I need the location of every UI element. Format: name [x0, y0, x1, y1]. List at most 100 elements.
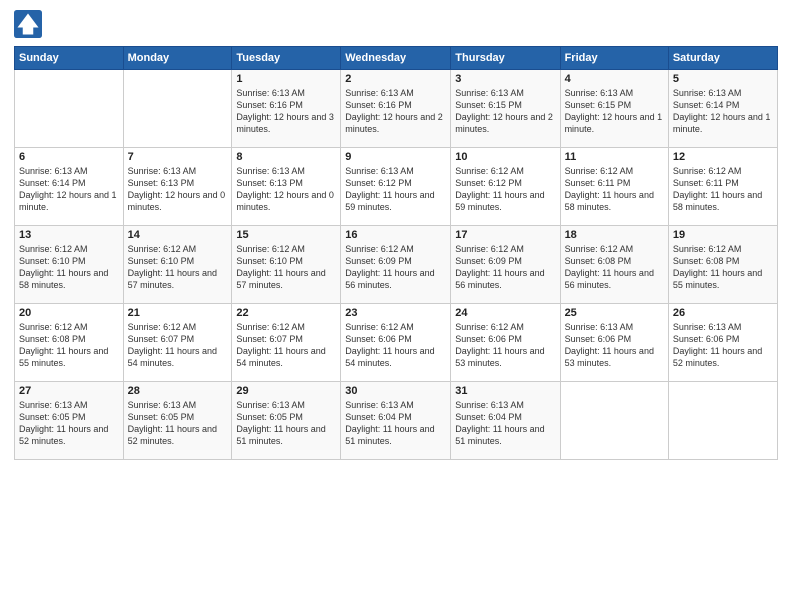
calendar-week-2: 6 Sunrise: 6:13 AM Sunset: 6:14 PM Daylig…	[15, 148, 778, 226]
day-number: 14	[128, 229, 228, 241]
calendar-cell	[15, 70, 124, 148]
day-number: 20	[19, 307, 119, 319]
day-number: 23	[345, 307, 446, 319]
calendar-cell: 26Sunrise: 6:13 AM Sunset: 6:06 PM Dayli…	[668, 304, 777, 382]
calendar-cell: 14 Sunrise: 6:12 AM Sunset: 6:10 PM Dayli…	[123, 226, 232, 304]
day-number: 13	[19, 229, 119, 241]
day-number: 7	[128, 151, 228, 163]
day-header-saturday: Saturday	[668, 47, 777, 70]
calendar-cell: 23 Sunrise: 6:12 AM Sunset: 6:06 PM Dayli…	[341, 304, 451, 382]
logo-icon	[14, 10, 42, 38]
calendar-cell: 12 Sunrise: 6:12 AM Sunset: 6:11 PM Dayli…	[668, 148, 777, 226]
day-info: Sunrise: 6:12 AM Sunset: 6:07 PM Dayligh…	[128, 321, 228, 370]
day-info: Sunrise: 6:12 AM Sunset: 6:08 PM Dayligh…	[673, 243, 773, 292]
calendar-week-4: 20 Sunrise: 6:12 AM Sunset: 6:08 PM Dayli…	[15, 304, 778, 382]
day-number: 24	[455, 307, 555, 319]
day-header-sunday: Sunday	[15, 47, 124, 70]
calendar-table: SundayMondayTuesdayWednesdayThursdayFrid…	[14, 46, 778, 460]
calendar-cell: 16Sunrise: 6:12 AM Sunset: 6:09 PM Dayli…	[341, 226, 451, 304]
day-number: 17	[455, 229, 555, 241]
day-info: Sunrise: 6:12 AM Sunset: 6:08 PM Dayligh…	[19, 321, 119, 370]
day-info: Sunrise: 6:13 AM Sunset: 6:14 PM Dayligh…	[19, 165, 119, 214]
day-info: Sunrise: 6:12 AM Sunset: 6:09 PM Dayligh…	[345, 243, 446, 292]
day-number: 30	[345, 385, 446, 397]
day-number: 9	[345, 151, 446, 163]
calendar-cell	[560, 382, 668, 460]
day-header-tuesday: Tuesday	[232, 47, 341, 70]
day-info: Sunrise: 6:13 AM Sunset: 6:12 PM Dayligh…	[345, 165, 446, 214]
day-info: Sunrise: 6:12 AM Sunset: 6:06 PM Dayligh…	[345, 321, 446, 370]
day-info: Sunrise: 6:12 AM Sunset: 6:10 PM Dayligh…	[19, 243, 119, 292]
day-info: Sunrise: 6:13 AM Sunset: 6:13 PM Dayligh…	[236, 165, 336, 214]
calendar-cell: 5Sunrise: 6:13 AM Sunset: 6:14 PM Daylig…	[668, 70, 777, 148]
day-info: Sunrise: 6:12 AM Sunset: 6:06 PM Dayligh…	[455, 321, 555, 370]
calendar-cell: 13 Sunrise: 6:12 AM Sunset: 6:10 PM Dayli…	[15, 226, 124, 304]
day-info: Sunrise: 6:12 AM Sunset: 6:09 PM Dayligh…	[455, 243, 555, 292]
day-info: Sunrise: 6:13 AM Sunset: 6:15 PM Dayligh…	[565, 87, 664, 136]
day-number: 2	[345, 73, 446, 85]
calendar-cell	[668, 382, 777, 460]
calendar-cell: 19 Sunrise: 6:12 AM Sunset: 6:08 PM Dayli…	[668, 226, 777, 304]
day-header-thursday: Thursday	[451, 47, 560, 70]
day-number: 22	[236, 307, 336, 319]
day-info: Sunrise: 6:13 AM Sunset: 6:16 PM Dayligh…	[236, 87, 336, 136]
calendar-cell: 18 Sunrise: 6:12 AM Sunset: 6:08 PM Dayli…	[560, 226, 668, 304]
day-info: Sunrise: 6:12 AM Sunset: 6:07 PM Dayligh…	[236, 321, 336, 370]
calendar-header-row: SundayMondayTuesdayWednesdayThursdayFrid…	[15, 47, 778, 70]
day-number: 19	[673, 229, 773, 241]
calendar-cell: 7 Sunrise: 6:13 AM Sunset: 6:13 PM Daylig…	[123, 148, 232, 226]
day-number: 18	[565, 229, 664, 241]
calendar-cell: 8 Sunrise: 6:13 AM Sunset: 6:13 PM Daylig…	[232, 148, 341, 226]
day-info: Sunrise: 6:13 AM Sunset: 6:14 PM Dayligh…	[673, 87, 773, 136]
calendar-cell: 1 Sunrise: 6:13 AM Sunset: 6:16 PM Daylig…	[232, 70, 341, 148]
day-info: Sunrise: 6:13 AM Sunset: 6:04 PM Dayligh…	[345, 399, 446, 448]
day-number: 27	[19, 385, 119, 397]
day-info: Sunrise: 6:12 AM Sunset: 6:10 PM Dayligh…	[128, 243, 228, 292]
calendar-cell: 11 Sunrise: 6:12 AM Sunset: 6:11 PM Dayli…	[560, 148, 668, 226]
calendar-cell	[123, 70, 232, 148]
calendar-cell: 15Sunrise: 6:12 AM Sunset: 6:10 PM Dayli…	[232, 226, 341, 304]
calendar-week-5: 27 Sunrise: 6:13 AM Sunset: 6:05 PM Dayli…	[15, 382, 778, 460]
day-number: 25	[565, 307, 664, 319]
day-header-wednesday: Wednesday	[341, 47, 451, 70]
calendar-cell: 28 Sunrise: 6:13 AM Sunset: 6:05 PM Dayli…	[123, 382, 232, 460]
day-number: 21	[128, 307, 228, 319]
calendar-week-1: 1 Sunrise: 6:13 AM Sunset: 6:16 PM Daylig…	[15, 70, 778, 148]
calendar-cell: 9 Sunrise: 6:13 AM Sunset: 6:12 PM Daylig…	[341, 148, 451, 226]
day-info: Sunrise: 6:13 AM Sunset: 6:05 PM Dayligh…	[19, 399, 119, 448]
day-header-monday: Monday	[123, 47, 232, 70]
day-number: 6	[19, 151, 119, 163]
calendar-cell: 6 Sunrise: 6:13 AM Sunset: 6:14 PM Daylig…	[15, 148, 124, 226]
calendar-cell: 24 Sunrise: 6:12 AM Sunset: 6:06 PM Dayli…	[451, 304, 560, 382]
day-header-friday: Friday	[560, 47, 668, 70]
day-number: 1	[236, 73, 336, 85]
calendar-cell: 25Sunrise: 6:13 AM Sunset: 6:06 PM Dayli…	[560, 304, 668, 382]
day-info: Sunrise: 6:12 AM Sunset: 6:08 PM Dayligh…	[565, 243, 664, 292]
calendar-cell: 20 Sunrise: 6:12 AM Sunset: 6:08 PM Dayli…	[15, 304, 124, 382]
calendar-cell: 4 Sunrise: 6:13 AM Sunset: 6:15 PM Daylig…	[560, 70, 668, 148]
day-number: 4	[565, 73, 664, 85]
day-info: Sunrise: 6:12 AM Sunset: 6:11 PM Dayligh…	[673, 165, 773, 214]
calendar-cell: 27 Sunrise: 6:13 AM Sunset: 6:05 PM Dayli…	[15, 382, 124, 460]
day-number: 11	[565, 151, 664, 163]
day-info: Sunrise: 6:12 AM Sunset: 6:11 PM Dayligh…	[565, 165, 664, 214]
day-info: Sunrise: 6:13 AM Sunset: 6:13 PM Dayligh…	[128, 165, 228, 214]
calendar-cell: 22 Sunrise: 6:12 AM Sunset: 6:07 PM Dayli…	[232, 304, 341, 382]
calendar-cell: 3Sunrise: 6:13 AM Sunset: 6:15 PM Daylig…	[451, 70, 560, 148]
day-number: 26	[673, 307, 773, 319]
day-number: 8	[236, 151, 336, 163]
day-number: 28	[128, 385, 228, 397]
day-info: Sunrise: 6:13 AM Sunset: 6:04 PM Dayligh…	[455, 399, 555, 448]
calendar-cell: 21 Sunrise: 6:12 AM Sunset: 6:07 PM Dayli…	[123, 304, 232, 382]
day-number: 15	[236, 229, 336, 241]
calendar-cell: 2 Sunrise: 6:13 AM Sunset: 6:16 PM Daylig…	[341, 70, 451, 148]
header	[14, 10, 778, 38]
calendar-cell: 31Sunrise: 6:13 AM Sunset: 6:04 PM Dayli…	[451, 382, 560, 460]
day-info: Sunrise: 6:13 AM Sunset: 6:05 PM Dayligh…	[236, 399, 336, 448]
day-number: 12	[673, 151, 773, 163]
day-info: Sunrise: 6:13 AM Sunset: 6:16 PM Dayligh…	[345, 87, 446, 136]
day-info: Sunrise: 6:13 AM Sunset: 6:05 PM Dayligh…	[128, 399, 228, 448]
logo	[14, 10, 46, 38]
page: SundayMondayTuesdayWednesdayThursdayFrid…	[0, 0, 792, 612]
calendar-cell: 30 Sunrise: 6:13 AM Sunset: 6:04 PM Dayli…	[341, 382, 451, 460]
